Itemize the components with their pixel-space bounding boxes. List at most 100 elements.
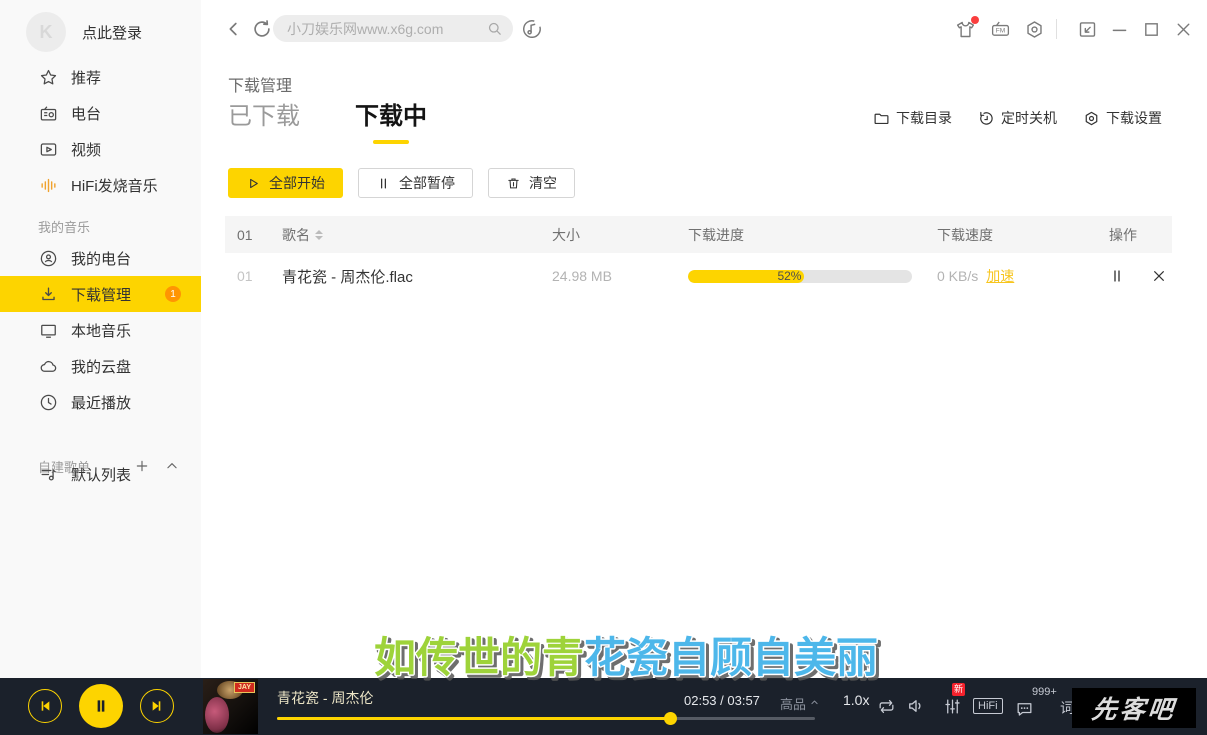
maximize-button[interactable] [1141, 19, 1162, 40]
col-index: 01 [225, 227, 270, 243]
quality-selector[interactable]: 高品 [780, 694, 819, 713]
section-my-music: 我的音乐 [0, 214, 201, 238]
folder-icon [873, 110, 890, 127]
slider-fill [277, 717, 670, 720]
sidebar-item-label: 电台 [71, 103, 101, 124]
comments-icon[interactable] [1015, 699, 1034, 718]
divider [1056, 19, 1057, 39]
download-count-badge: 1 [165, 286, 181, 302]
row-operations [1097, 268, 1172, 284]
volume-icon[interactable] [906, 696, 926, 716]
minimize-button[interactable] [1109, 19, 1130, 40]
search-placeholder: 小刀娱乐网www.x6g.com [287, 19, 486, 39]
page-title: 下载管理 [228, 72, 292, 96]
download-folder-button[interactable]: 下载目录 [873, 108, 952, 128]
svg-text:如传世的青花瓷自顾自美丽: 如传世的青花瓷自顾自美丽 [374, 634, 878, 681]
timer-icon [978, 110, 995, 127]
settings-gear-icon[interactable] [1024, 19, 1045, 40]
timed-shutdown-label: 定时关机 [1001, 108, 1057, 128]
col-song-name[interactable]: 歌名 [270, 225, 540, 245]
watermark-text: 先客吧 [1090, 690, 1178, 726]
pause-all-label: 全部暂停 [399, 173, 455, 193]
cloud-icon [38, 356, 58, 376]
gear-icon [1083, 110, 1100, 127]
sidebar: K 点此登录 推荐 电台 视频 HiFi发烧音乐 [0, 0, 201, 678]
progress-bar: 52% [688, 270, 912, 283]
fm-icon[interactable]: FM [990, 19, 1011, 40]
loop-mode-icon[interactable] [877, 697, 896, 716]
start-all-button[interactable]: 全部开始 [228, 168, 343, 198]
sidebar-item-recent-played[interactable]: 最近播放 [0, 384, 201, 420]
progress-cell: 52% [676, 270, 925, 283]
refresh-button[interactable] [251, 18, 273, 40]
topbar: 小刀娱乐网www.x6g.com FM [201, 0, 1207, 58]
tab-downloading[interactable]: 下载中 [355, 96, 427, 131]
play-pause-button[interactable] [79, 684, 123, 728]
sidebar-item-radio[interactable]: 电台 [0, 95, 201, 131]
download-settings-button[interactable]: 下载设置 [1083, 108, 1162, 128]
sidebar-item-recommend[interactable]: 推荐 [0, 59, 201, 95]
sidebar-item-label: 推荐 [71, 67, 101, 88]
player-bar: JAY 青花瓷 - 周杰伦 02:53 / 03:57 高品 1.0x 新 Hi… [0, 678, 1207, 735]
sidebar-item-label: 我的电台 [71, 248, 131, 269]
sidebar-item-label: 视频 [71, 139, 101, 160]
table-header: 01 歌名 大小 下载进度 下载速度 操作 [225, 216, 1172, 253]
quality-label: 高品 [780, 697, 806, 712]
sidebar-item-download-manager[interactable]: 下载管理 1 [0, 276, 201, 312]
col-progress: 下载进度 [676, 225, 925, 245]
speed-cell: 0 KB/s 加速 [925, 266, 1097, 286]
search-input[interactable]: 小刀娱乐网www.x6g.com [273, 15, 513, 42]
album-art-figure [205, 697, 229, 733]
file-size: 24.98 MB [540, 268, 676, 284]
avatar[interactable]: K [26, 12, 66, 52]
col-speed: 下载速度 [925, 225, 1097, 245]
pause-icon [376, 176, 391, 191]
timed-shutdown-button[interactable]: 定时关机 [978, 108, 1057, 128]
sidebar-item-label: 最近播放 [71, 392, 131, 413]
clear-label: 清空 [529, 173, 557, 193]
back-button[interactable] [223, 18, 245, 40]
close-button[interactable] [1173, 19, 1194, 40]
mini-player-icon[interactable] [1077, 19, 1098, 40]
next-track-button[interactable] [140, 689, 174, 723]
personal-radio-icon [38, 248, 58, 268]
now-playing-title[interactable]: 青花瓷 - 周杰伦 [277, 688, 373, 708]
boost-link[interactable]: 加速 [986, 268, 1014, 284]
download-speed: 0 KB/s [937, 268, 978, 284]
table-row[interactable]: 01 青花瓷 - 周杰伦.flac 24.98 MB 52% 0 KB/s加速 [225, 253, 1172, 299]
previous-track-button[interactable] [28, 689, 62, 723]
tab-downloaded[interactable]: 已下载 [228, 96, 300, 131]
time-display: 02:53 / 03:57 [684, 693, 760, 708]
clear-button[interactable]: 清空 [488, 168, 575, 198]
radio-icon [38, 103, 58, 123]
video-icon [38, 139, 58, 159]
new-feature-badge: 新 [952, 683, 965, 696]
slider-thumb[interactable] [664, 712, 677, 725]
music-recognition-icon[interactable] [521, 18, 543, 40]
login-button[interactable]: K 点此登录 [0, 10, 201, 54]
sidebar-item-hifi[interactable]: HiFi发烧音乐 [0, 167, 201, 203]
sidebar-item-default-playlist[interactable]: 默认列表 [0, 456, 201, 492]
col-operations: 操作 [1097, 225, 1172, 245]
sidebar-item-local-music[interactable]: 本地音乐 [0, 312, 201, 348]
playback-speed-button[interactable]: 1.0x [843, 692, 869, 708]
album-art[interactable]: JAY [203, 679, 258, 734]
pause-all-button[interactable]: 全部暂停 [358, 168, 473, 198]
sort-icon[interactable] [315, 230, 323, 240]
sidebar-item-my-radio[interactable]: 我的电台 [0, 240, 201, 276]
download-table: 01 歌名 大小 下载进度 下载速度 操作 01 青花瓷 - 周杰伦.flac … [225, 216, 1172, 299]
theme-skin-icon[interactable] [955, 19, 976, 40]
sidebar-item-label: 本地音乐 [71, 320, 131, 341]
equalizer-icon[interactable] [943, 697, 962, 716]
trash-icon [506, 176, 521, 191]
playback-slider[interactable] [277, 712, 815, 725]
sidebar-item-cloud-disk[interactable]: 我的云盘 [0, 348, 201, 384]
row-pause-button[interactable] [1109, 268, 1125, 284]
album-badge: JAY [234, 682, 255, 693]
sidebar-item-video[interactable]: 视频 [0, 131, 201, 167]
computer-icon [38, 320, 58, 340]
search-icon[interactable] [486, 20, 503, 37]
hifi-mode-button[interactable]: HiFi [973, 698, 1003, 714]
row-delete-button[interactable] [1151, 268, 1167, 284]
play-icon [246, 176, 261, 191]
